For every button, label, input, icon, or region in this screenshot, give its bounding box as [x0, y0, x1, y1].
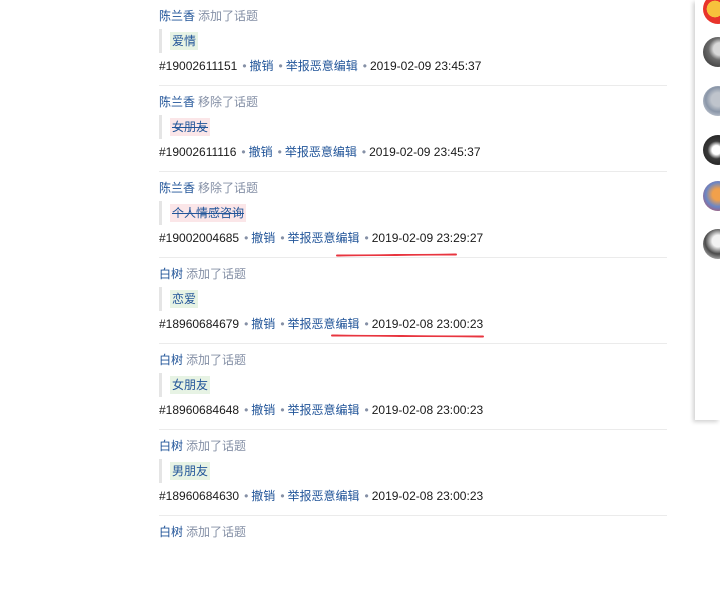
report-link[interactable]: 举报恶意编辑: [286, 59, 358, 73]
topic-edit-log: 陈兰香 添加了话题 爱情 #19002611151 • 撤销 • 举报恶意编辑 • 2019-…: [159, 0, 667, 602]
topic-quote: 恋爱: [159, 287, 199, 311]
user-link[interactable]: 白树: [159, 525, 183, 539]
report-link[interactable]: 举报恶意编辑: [288, 231, 360, 245]
timestamp: 2019-02-08 23:00:23: [371, 317, 484, 331]
action-text: 添加了话题: [186, 353, 247, 367]
log-entry-meta: #19002611116 • 撤销 • 举报恶意编辑 • 2019-02-09 23:45:…: [159, 145, 481, 159]
log-entry-meta: #18960684630 • 撤销 • 举报恶意编辑 • 2019-02-08 23:00:…: [159, 489, 484, 503]
log-entry: 白树 添加了话题 恋爱 #18960684679 • 撤销 • 举报恶意编辑 • 2019-0…: [159, 258, 667, 344]
log-entry-header: 白树 添加了话题: [159, 352, 246, 368]
report-link[interactable]: 举报恶意编辑: [288, 489, 360, 503]
log-entry: 陈兰香 添加了话题 爱情 #19002611151 • 撤销 • 举报恶意编辑 • 2019-…: [159, 0, 667, 86]
avatar[interactable]: [703, 135, 720, 165]
avatar[interactable]: [703, 37, 720, 67]
action-text: 移除了话题: [198, 181, 259, 195]
action-text: 添加了话题: [186, 525, 247, 539]
timestamp: 2019-02-09 23:29:27: [371, 231, 484, 245]
user-link[interactable]: 陈兰香: [159, 95, 195, 109]
undo-link[interactable]: 撤销: [251, 231, 275, 245]
log-entry-header: 白树 添加了话题: [159, 438, 246, 454]
avatar[interactable]: [703, 181, 720, 211]
topic-quote: 女朋友: [159, 373, 211, 397]
log-entry: 陈兰香 移除了话题 个人情感咨询 #19002004685 • 撤销 • 举报恶意编辑 • 2…: [159, 172, 667, 258]
revision-id: #18960684679: [159, 317, 240, 331]
user-link[interactable]: 陈兰香: [159, 9, 195, 23]
log-entry-header: 白树 添加了话题: [159, 524, 246, 540]
timestamp: 2019-02-09 23:45:37: [369, 59, 482, 73]
revision-id: #18960684630: [159, 489, 240, 503]
undo-link[interactable]: 撤销: [251, 317, 275, 331]
action-text: 移除了话题: [198, 95, 259, 109]
undo-link[interactable]: 撤销: [250, 59, 274, 73]
timestamp: 2019-02-09 23:45:37: [369, 145, 481, 159]
action-text: 添加了话题: [186, 267, 247, 281]
user-link[interactable]: 白树: [159, 267, 183, 281]
log-entry-meta: #18960684648 • 撤销 • 举报恶意编辑 • 2019-02-08 23:00:…: [159, 403, 484, 417]
log-entry: 陈兰香 移除了话题 女朋友 #19002611116 • 撤销 • 举报恶意编辑 • 2019…: [159, 86, 667, 172]
topic-tag[interactable]: 男朋友: [170, 462, 211, 480]
user-link[interactable]: 陈兰香: [159, 181, 195, 195]
side-panel: [695, 0, 720, 420]
undo-link[interactable]: 撤销: [251, 489, 275, 503]
report-link[interactable]: 举报恶意编辑: [285, 145, 357, 159]
topic-quote: 爱情: [159, 29, 199, 53]
log-entry-header: 陈兰香 添加了话题: [159, 8, 258, 24]
undo-link[interactable]: 撤销: [249, 145, 273, 159]
topic-quote: 女朋友: [159, 115, 211, 139]
avatar[interactable]: [703, 86, 720, 116]
topic-quote: 个人情感咨询: [159, 201, 247, 225]
log-entry: 白树 添加了话题: [159, 516, 667, 602]
report-link[interactable]: 举报恶意编辑: [288, 317, 360, 331]
topic-tag[interactable]: 个人情感咨询: [170, 204, 247, 222]
revision-id: #19002611116: [159, 145, 237, 159]
timestamp: 2019-02-08 23:00:23: [371, 489, 484, 503]
log-entry-meta: #19002004685 • 撤销 • 举报恶意编辑 • 2019-02-09 23:29:…: [159, 231, 484, 245]
topic-tag[interactable]: 爱情: [170, 32, 199, 50]
log-entry-meta: #19002611151 • 撤销 • 举报恶意编辑 • 2019-02-09 23:45:…: [159, 59, 482, 73]
user-link[interactable]: 白树: [159, 353, 183, 367]
log-entry-header: 陈兰香 移除了话题: [159, 180, 258, 196]
topic-tag[interactable]: 女朋友: [170, 376, 211, 394]
log-entry-meta: #18960684679 • 撤销 • 举报恶意编辑 • 2019-02-08 23:00:…: [159, 317, 484, 331]
log-entry-header: 白树 添加了话题: [159, 266, 246, 282]
topic-quote: 男朋友: [159, 459, 211, 483]
log-entry: 白树 添加了话题 女朋友 #18960684648 • 撤销 • 举报恶意编辑 • 2019-…: [159, 344, 667, 430]
action-text: 添加了话题: [198, 9, 259, 23]
action-text: 添加了话题: [186, 439, 247, 453]
report-link[interactable]: 举报恶意编辑: [288, 403, 360, 417]
undo-link[interactable]: 撤销: [251, 403, 275, 417]
revision-id: #19002611151: [159, 59, 238, 73]
timestamp: 2019-02-08 23:00:23: [371, 403, 484, 417]
user-link[interactable]: 白树: [159, 439, 183, 453]
avatar[interactable]: [703, 0, 720, 24]
revision-id: #18960684648: [159, 403, 240, 417]
log-entry: 白树 添加了话题 男朋友 #18960684630 • 撤销 • 举报恶意编辑 • 2019-…: [159, 430, 667, 516]
avatar[interactable]: [703, 229, 720, 259]
topic-tag[interactable]: 女朋友: [170, 118, 211, 136]
revision-id: #19002004685: [159, 231, 240, 245]
topic-tag[interactable]: 恋爱: [170, 290, 199, 308]
log-entry-header: 陈兰香 移除了话题: [159, 94, 258, 110]
